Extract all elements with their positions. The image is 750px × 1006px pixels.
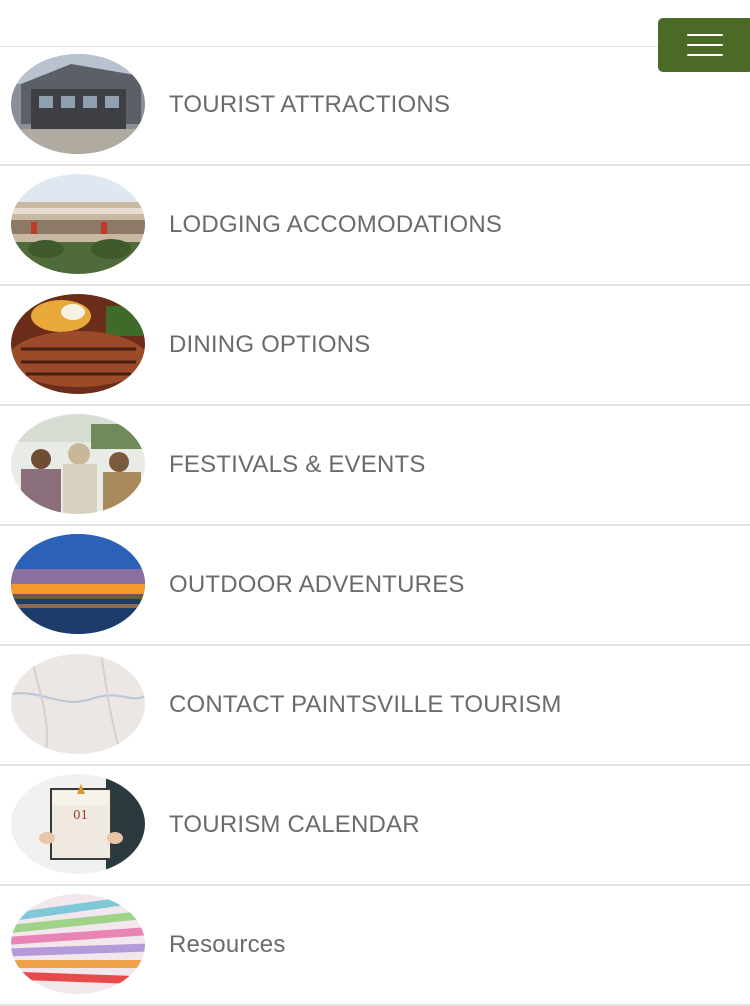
- menu-item-label: LODGING ACCOMODATIONS: [169, 211, 503, 238]
- hamburger-menu-icon: [687, 34, 723, 36]
- menu-item-label: FESTIVALS & EVENTS: [169, 451, 426, 478]
- menu-item-label: TOURISM CALENDAR: [169, 811, 420, 838]
- sunset-lake-photo-thumbnail: [11, 534, 145, 634]
- menu-item-contact-paintsville-tourism[interactable]: CONTACT PAINTSVILLE TOURISM: [0, 646, 750, 766]
- colored-papers-photo-thumbnail: [11, 894, 145, 994]
- festival-crowd-photo-thumbnail: [11, 414, 145, 514]
- navigation-list: TOURIST ATTRACTIONS LODGING ACCOMODATION…: [0, 46, 750, 1006]
- menu-item-label: OUTDOOR ADVENTURES: [169, 571, 465, 598]
- menu-item-dining-options[interactable]: DINING OPTIONS: [0, 286, 750, 406]
- building-photo-thumbnail: [11, 54, 145, 154]
- hotel-photo-thumbnail: [11, 174, 145, 274]
- steak-dinner-photo-thumbnail: [11, 294, 145, 394]
- menu-item-tourist-attractions[interactable]: TOURIST ATTRACTIONS: [0, 46, 750, 166]
- menu-item-festivals-events[interactable]: FESTIVALS & EVENTS: [0, 406, 750, 526]
- map-photo-thumbnail: [11, 654, 145, 754]
- menu-item-lodging-accomodations[interactable]: LODGING ACCOMODATIONS: [0, 166, 750, 286]
- menu-item-resources[interactable]: Resources: [0, 886, 750, 1006]
- svg-text:01: 01: [73, 808, 88, 822]
- menu-item-tourism-calendar[interactable]: 01 TOURISM CALENDAR: [0, 766, 750, 886]
- menu-item-label: DINING OPTIONS: [169, 331, 371, 358]
- menu-item-label: Resources: [169, 931, 286, 958]
- calendar-photo-thumbnail: 01: [11, 774, 145, 874]
- menu-item-outdoor-adventures[interactable]: OUTDOOR ADVENTURES: [0, 526, 750, 646]
- menu-item-label: CONTACT PAINTSVILLE TOURISM: [169, 691, 562, 718]
- top-bar: [0, 0, 750, 47]
- menu-item-label: TOURIST ATTRACTIONS: [169, 91, 451, 118]
